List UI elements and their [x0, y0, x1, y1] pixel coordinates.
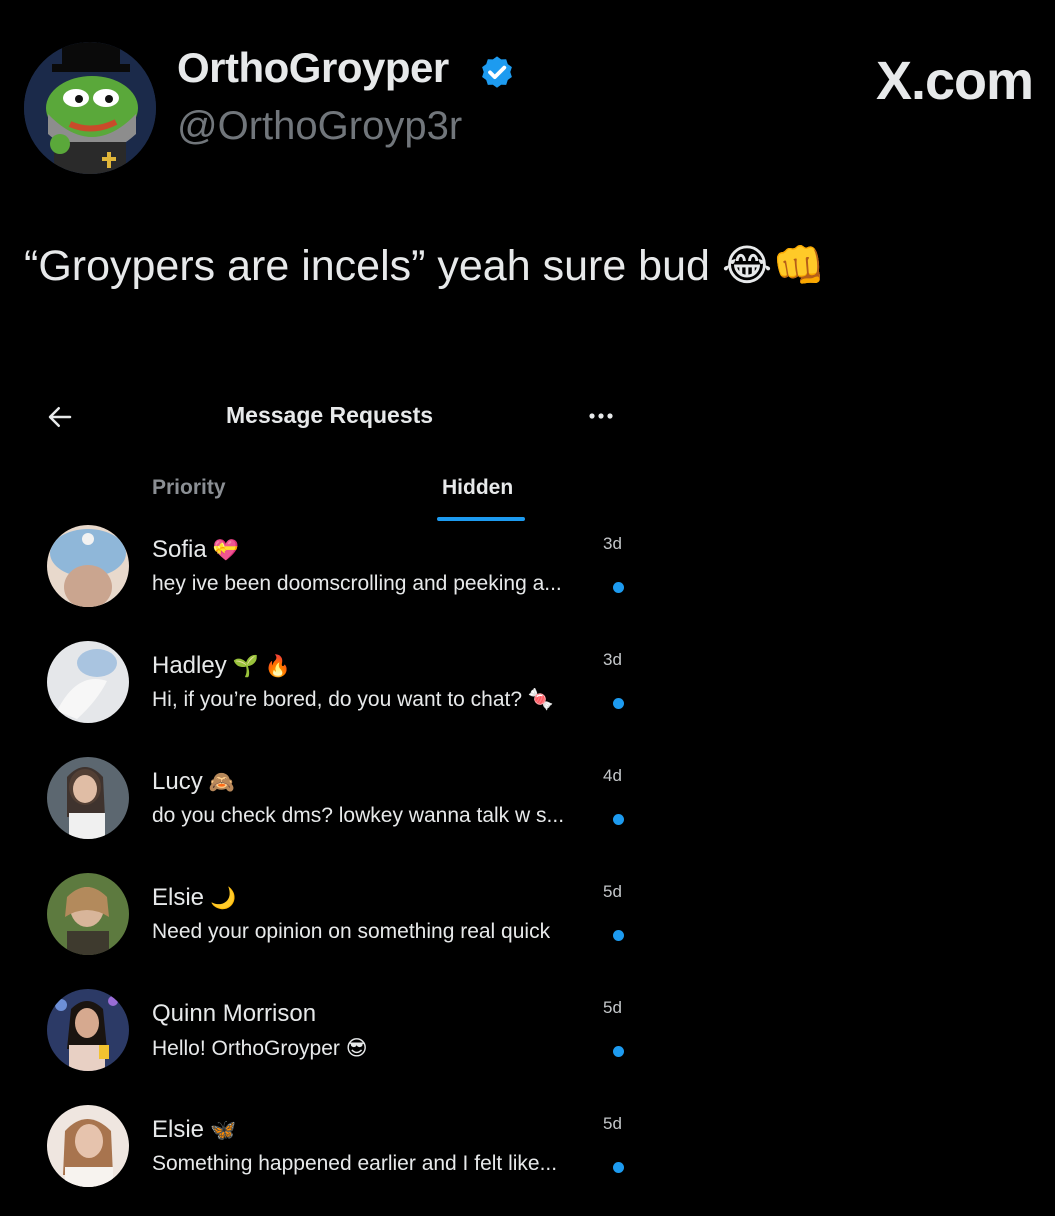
- unread-indicator: [613, 1162, 624, 1173]
- tab-hidden[interactable]: Hidden: [442, 476, 513, 500]
- message-requests-screenshot: Message Requests Priority Hidden Sofia 💝 …: [0, 380, 650, 1200]
- conversation-row[interactable]: Elsie 🌙 5d Need your opinion on something…: [0, 868, 650, 984]
- conversation-name-text: Quinn Morrison: [152, 1000, 317, 1027]
- unread-indicator: [613, 930, 624, 941]
- tab-priority[interactable]: Priority: [152, 476, 226, 500]
- author-name[interactable]: OrthoGroyper: [177, 44, 449, 92]
- unread-indicator: [613, 814, 624, 825]
- conversation-time: 5d: [603, 1114, 622, 1133]
- conversation-name: Quinn Morrison: [152, 1000, 322, 1028]
- conversation-row[interactable]: Hadley 🌱 🔥 3d Hi, if you’re bored, do you…: [0, 636, 650, 752]
- site-watermark: X.com: [875, 51, 1034, 111]
- unread-indicator: [613, 698, 624, 709]
- tweet-text: “Groypers are incels” yeah sure bud 😂👊: [24, 242, 826, 290]
- unread-indicator: [613, 582, 624, 593]
- unread-indicator: [613, 1046, 624, 1057]
- conversation-preview: Hi, if you’re bored, do you want to chat…: [152, 688, 555, 711]
- conversation-name: Elsie 🌙: [152, 884, 236, 912]
- conversation-row[interactable]: Sofia 💝 3d hey ive been doomscrolling and…: [0, 520, 650, 636]
- name-emoji: 💝: [212, 539, 239, 562]
- conversation-time: 3d: [603, 650, 622, 669]
- avatar[interactable]: [47, 1105, 129, 1187]
- back-arrow-icon[interactable]: [45, 402, 75, 432]
- conversation-time: 5d: [603, 882, 622, 901]
- conversation-row[interactable]: Lucy 🙈 4d do you check dms? lowkey wanna …: [0, 752, 650, 868]
- conversation-time: 3d: [603, 534, 622, 553]
- conversation-row[interactable]: Quinn Morrison 5d Hello! OrthoGroyper 😎: [0, 984, 650, 1100]
- more-options-icon[interactable]: [586, 404, 618, 428]
- avatar[interactable]: [47, 525, 129, 607]
- avatar-photo-icon: [47, 1105, 129, 1187]
- conversation-time: 5d: [603, 998, 622, 1017]
- author-avatar[interactable]: [24, 42, 156, 174]
- name-emoji: 🌙: [210, 887, 237, 910]
- avatar-photo-icon: [47, 641, 129, 723]
- name-emoji: 🙈: [208, 771, 235, 794]
- name-emoji: 🦋: [210, 1119, 237, 1142]
- avatar-photo-icon: [47, 873, 129, 955]
- frog-avatar-icon: [24, 42, 156, 174]
- avatar[interactable]: [47, 641, 129, 723]
- conversation-name-text: Lucy: [152, 768, 203, 795]
- conversation-name-text: Sofia: [152, 536, 207, 563]
- conversation-preview: hey ive been doomscrolling and peeking a…: [152, 572, 562, 595]
- conversation-name: Elsie 🦋: [152, 1116, 236, 1144]
- page-title: Message Requests: [226, 402, 434, 428]
- tweet-header: OrthoGroyper @OrthoGroyp3r X.com: [0, 0, 1055, 200]
- conversation-preview: Something happened earlier and I felt li…: [152, 1152, 558, 1175]
- conversation-name: Sofia 💝: [152, 536, 239, 564]
- conversation-name-text: Elsie: [152, 1116, 205, 1143]
- avatar-photo-icon: [47, 989, 129, 1071]
- name-emoji: 🌱 🔥: [232, 655, 291, 678]
- conversation-preview: do you check dms? lowkey wanna talk w s.…: [152, 804, 565, 827]
- conversation-name-text: Elsie: [152, 884, 205, 911]
- avatar[interactable]: [47, 989, 129, 1071]
- conversation-preview: Need your opinion on something real quic…: [152, 920, 551, 943]
- author-handle[interactable]: @OrthoGroyp3r: [177, 104, 462, 149]
- avatar[interactable]: [47, 757, 129, 839]
- avatar-photo-icon: [47, 525, 129, 607]
- avatar-photo-icon: [47, 757, 129, 839]
- conversation-row[interactable]: Elsie 🦋 5d Something happened earlier and…: [0, 1100, 650, 1216]
- conversation-name-text: Hadley: [152, 652, 227, 679]
- avatar[interactable]: [47, 873, 129, 955]
- conversation-name: Lucy 🙈: [152, 768, 235, 796]
- conversation-time: 4d: [603, 766, 622, 785]
- conversation-preview: Hello! OrthoGroyper 😎: [152, 1037, 368, 1060]
- verified-badge-icon: [482, 56, 512, 88]
- conversation-name: Hadley 🌱 🔥: [152, 652, 291, 680]
